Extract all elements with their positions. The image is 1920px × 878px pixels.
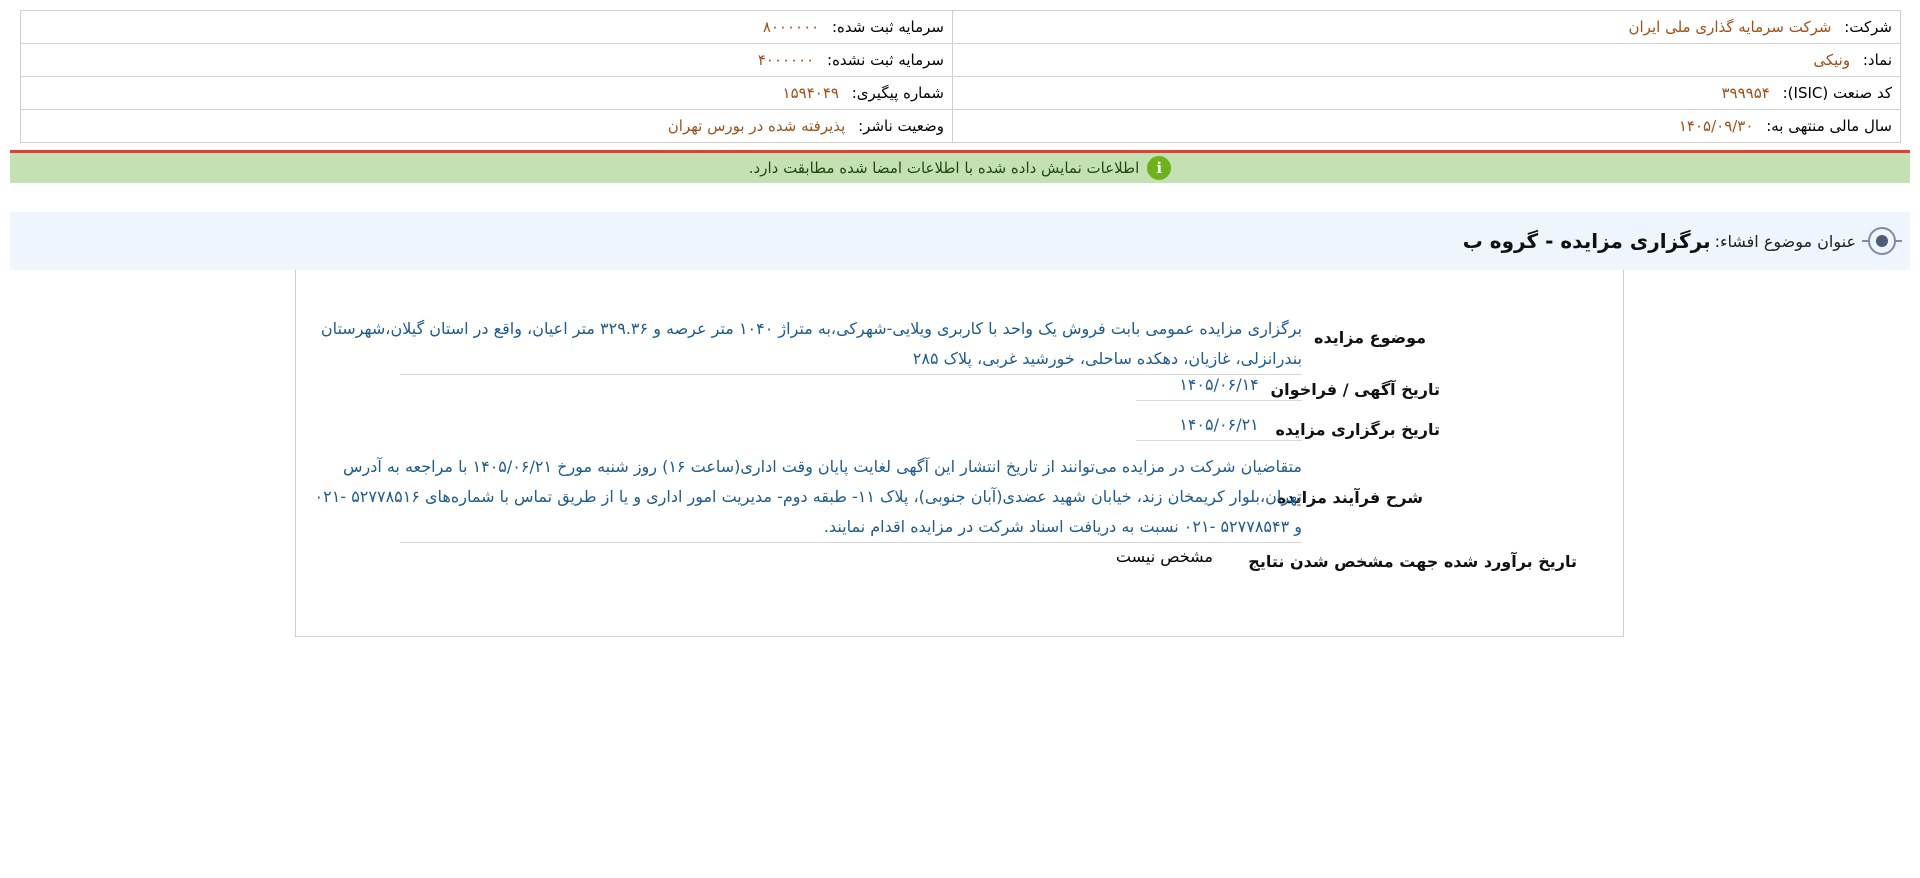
symbol-value[interactable]: ونیکی <box>1813 51 1850 69</box>
isic-label: کد صنعت (ISIC): <box>1782 84 1892 102</box>
fiscal-label: سال مالی منتهی به: <box>1766 117 1892 135</box>
info-row-isic: کد صنعت (ISIC): ۳۹۹۹۵۴ شماره پیگیری: ۱۵۹… <box>20 76 1901 110</box>
process-line-2: تهران،بلوار کریمخان زند، خیابان شهید عضد… <box>314 487 1302 506</box>
unreg-capital-label: سرمایه ثبت نشده: <box>827 51 944 69</box>
company-value: شرکت سرمایه گذاری ملی ایران <box>1628 18 1832 36</box>
publisher-status-cell: وضعیت ناشر: پذیرفته شده در بورس تهران <box>20 109 953 143</box>
info-icon: i <box>1147 156 1172 180</box>
process-line-1: متقاضیان شرکت در مزایده می‌توانند از تار… <box>342 457 1302 476</box>
verification-banner: i اطلاعات نمایش داده شده با اطلاعات امضا… <box>10 153 1910 183</box>
process-value: متقاضیان شرکت در مزایده می‌توانند از تار… <box>314 452 1302 543</box>
process-line-3: و ۵۲۷۷۸۵۴۳ -۰۲۱ نسبت به دریافت اسناد شرک… <box>823 517 1302 536</box>
held-date-value: ۱۴۰۵/۰۶/۲۱ <box>1136 410 1302 441</box>
company-info-table: شرکت: شرکت سرمایه گذاری ملی ایران سرمایه… <box>20 10 1901 143</box>
tracking-label: شماره پیگیری: <box>851 84 944 102</box>
reg-capital-label: سرمایه ثبت شده: <box>832 18 944 36</box>
unreg-capital-value: ۴۰۰۰۰۰۰ <box>757 51 815 69</box>
company-label: شرکت: <box>1844 18 1892 36</box>
disclosure-title-bar: عنوان موضوع افشاء: برگزاری مزایده - گروه… <box>10 212 1910 270</box>
fiscal-cell: سال مالی منتهی به: ۱۴۰۵/۰۹/۳۰ <box>952 109 1901 143</box>
subject-value: برگزاری مزایده عمومی بابت فروش یک واحد ب… <box>320 314 1302 375</box>
reg-capital-cell: سرمایه ثبت شده: ۸۰۰۰۰۰۰ <box>20 10 953 44</box>
announce-date-value: ۱۴۰۵/۰۶/۱۴ <box>1136 370 1302 401</box>
disclosure-title-label: عنوان موضوع افشاء: <box>1714 231 1856 251</box>
tracking-cell: شماره پیگیری: ۱۵۹۴۰۴۹ <box>20 76 953 110</box>
company-cell: شرکت: شرکت سرمایه گذاری ملی ایران <box>952 10 1901 44</box>
unreg-capital-cell: سرمایه ثبت نشده: ۴۰۰۰۰۰۰ <box>20 43 953 77</box>
disclosure-title: برگزاری مزایده - گروه ب <box>1462 229 1711 253</box>
isic-value: ۳۹۹۹۵۴ <box>1721 84 1770 102</box>
info-row-symbol: نماد: ونیکی سرمایه ثبت نشده: ۴۰۰۰۰۰۰ <box>20 43 1901 77</box>
publisher-status-label: وضعیت ناشر: <box>858 117 944 135</box>
reg-capital-value: ۸۰۰۰۰۰۰ <box>762 18 820 36</box>
info-row-fiscal: سال مالی منتهی به: ۱۴۰۵/۰۹/۳۰ وضعیت ناشر… <box>20 109 1901 143</box>
symbol-label: نماد: <box>1862 51 1892 69</box>
target-icon <box>1862 227 1902 255</box>
publisher-status-value: پذیرفته شده در بورس تهران <box>667 117 846 135</box>
isic-cell: کد صنعت (ISIC): ۳۹۹۹۵۴ <box>952 76 1901 110</box>
tracking-value: ۱۵۹۴۰۴۹ <box>782 84 839 102</box>
info-row-company: شرکت: شرکت سرمایه گذاری ملی ایران سرمایه… <box>20 10 1901 44</box>
subject-line-1: برگزاری مزایده عمومی بابت فروش یک واحد ب… <box>320 319 1302 338</box>
fiscal-value: ۱۴۰۵/۰۹/۳۰ <box>1678 117 1754 135</box>
verification-message: اطلاعات نمایش داده شده با اطلاعات امضا ش… <box>748 159 1140 177</box>
auction-details-panel: موضوع مزایده برگزاری مزایده عمومی بابت ف… <box>295 270 1624 637</box>
symbol-cell: نماد: ونیکی <box>952 43 1901 77</box>
estimate-date-value: مشخص نیست <box>1115 547 1213 566</box>
subject-label: موضوع مزایده <box>1314 328 1426 347</box>
estimate-date-label: تاریخ برآورد شده جهت مشخص شدن نتایج <box>1248 552 1577 571</box>
